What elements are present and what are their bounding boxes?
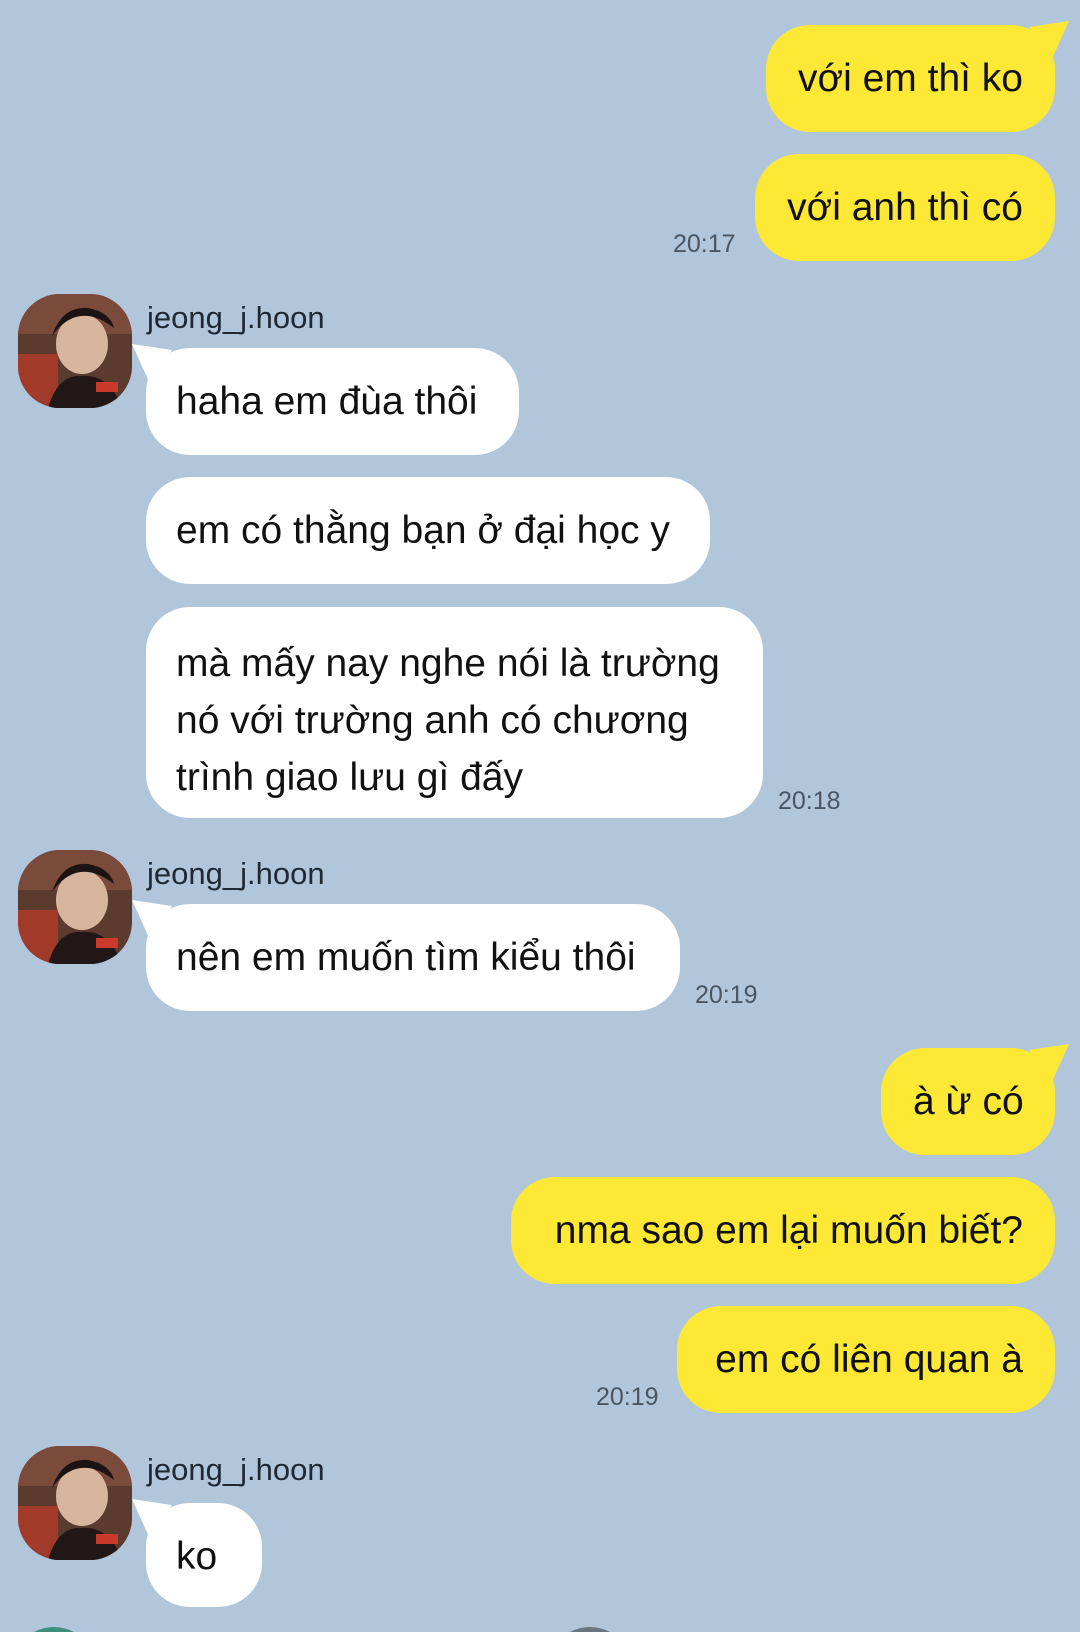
incoming-message[interactable]: ko [132, 1499, 262, 1607]
message-text: haha em đùa thôi [176, 380, 478, 423]
message-text: ko [176, 1535, 218, 1578]
contact-avatar[interactable] [18, 1446, 132, 1560]
bubble-tail [1029, 1044, 1069, 1084]
incoming-message[interactable]: nên em muốn tìm kiểu thôi [132, 900, 680, 1011]
avatar-image [18, 850, 132, 964]
incoming-message[interactable]: mà mấy nay nghe nói là trường nó với trư… [146, 607, 763, 818]
outgoing-message[interactable]: à ừ có [881, 1044, 1069, 1155]
bubble-tail [132, 900, 172, 940]
chat-view[interactable]: với em thì ko với anh thì có 20:17 jeong… [0, 0, 1080, 1632]
avatar-image [18, 1446, 132, 1560]
message-timestamp: 20:19 [695, 981, 758, 1009]
sender-name[interactable]: jeong_j.hoon [147, 856, 325, 892]
bubble-tail [132, 344, 172, 384]
message-text: với em thì ko [798, 57, 1023, 100]
contact-avatar[interactable] [18, 850, 132, 964]
sender-name[interactable]: jeong_j.hoon [147, 1452, 325, 1488]
message-text: à ừ có [913, 1080, 1024, 1123]
message-text: em có thằng bạn ở đại học y [176, 509, 670, 552]
bubble-tail [132, 1499, 172, 1539]
sender-name[interactable]: jeong_j.hoon [147, 300, 325, 336]
outgoing-message[interactable]: với em thì ko [766, 21, 1069, 132]
message-timestamp: 20:17 [673, 230, 736, 258]
message-text: nên em muốn tìm kiểu thôi [176, 936, 636, 979]
avatar-image [18, 294, 132, 408]
outgoing-message[interactable]: với anh thì có [755, 154, 1055, 261]
incoming-message[interactable]: haha em đùa thôi [132, 344, 519, 455]
message-timestamp: 20:18 [778, 787, 841, 815]
outgoing-message[interactable]: em có liên quan à [677, 1306, 1055, 1413]
message-text: em có liên quan à [715, 1338, 1023, 1381]
message-text: với anh thì có [787, 186, 1023, 229]
contact-avatar[interactable] [18, 294, 132, 408]
incoming-message[interactable]: em có thằng bạn ở đại học y [146, 477, 710, 584]
message-text: mà mấy nay nghe nói là trường nó với trư… [176, 642, 720, 799]
outgoing-message[interactable]: nma sao em lại muốn biết? [511, 1177, 1055, 1284]
next-row-peek [34, 1627, 610, 1632]
message-timestamp: 20:19 [596, 1383, 659, 1411]
message-text: nma sao em lại muốn biết? [554, 1209, 1023, 1252]
bubble-tail [1029, 21, 1069, 61]
